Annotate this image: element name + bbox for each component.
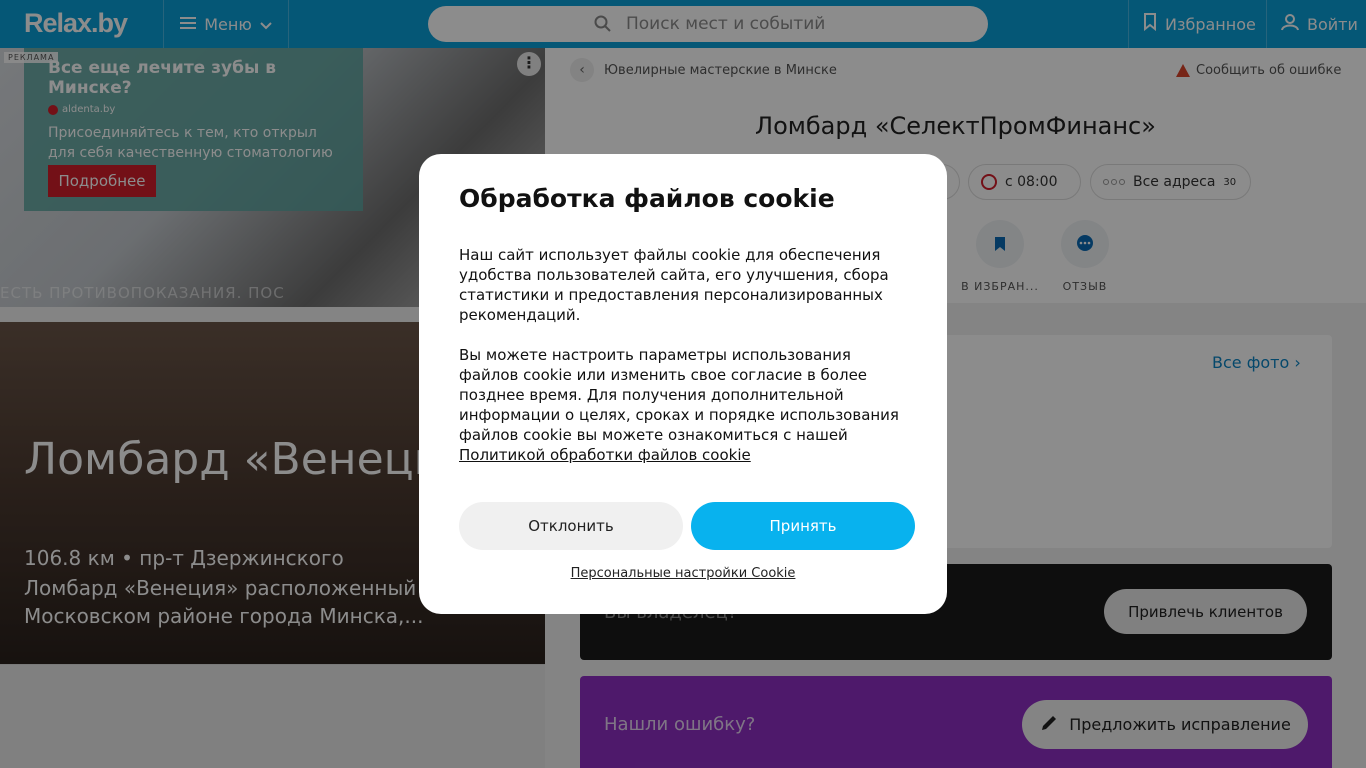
cookie-paragraph-1: Наш сайт использует файлы cookie для обе… [459, 246, 889, 324]
cookie-buttons: Отклонить Принять [459, 502, 915, 550]
cookie-policy-link[interactable]: Политикой обработки файлов cookie [459, 446, 751, 464]
cookie-paragraph-2: Вы можете настроить параметры использова… [459, 346, 899, 464]
cookie-dialog-title: Обработка файлов cookie [459, 184, 835, 213]
cookie-settings-link[interactable]: Персональные настройки Cookie [419, 566, 947, 581]
cookie-dialog-body: Наш сайт использует файлы cookie для обе… [459, 245, 907, 465]
accept-button[interactable]: Принять [691, 502, 915, 550]
cookie-dialog: Обработка файлов cookie Наш сайт использ… [419, 154, 947, 614]
decline-button[interactable]: Отклонить [459, 502, 683, 550]
